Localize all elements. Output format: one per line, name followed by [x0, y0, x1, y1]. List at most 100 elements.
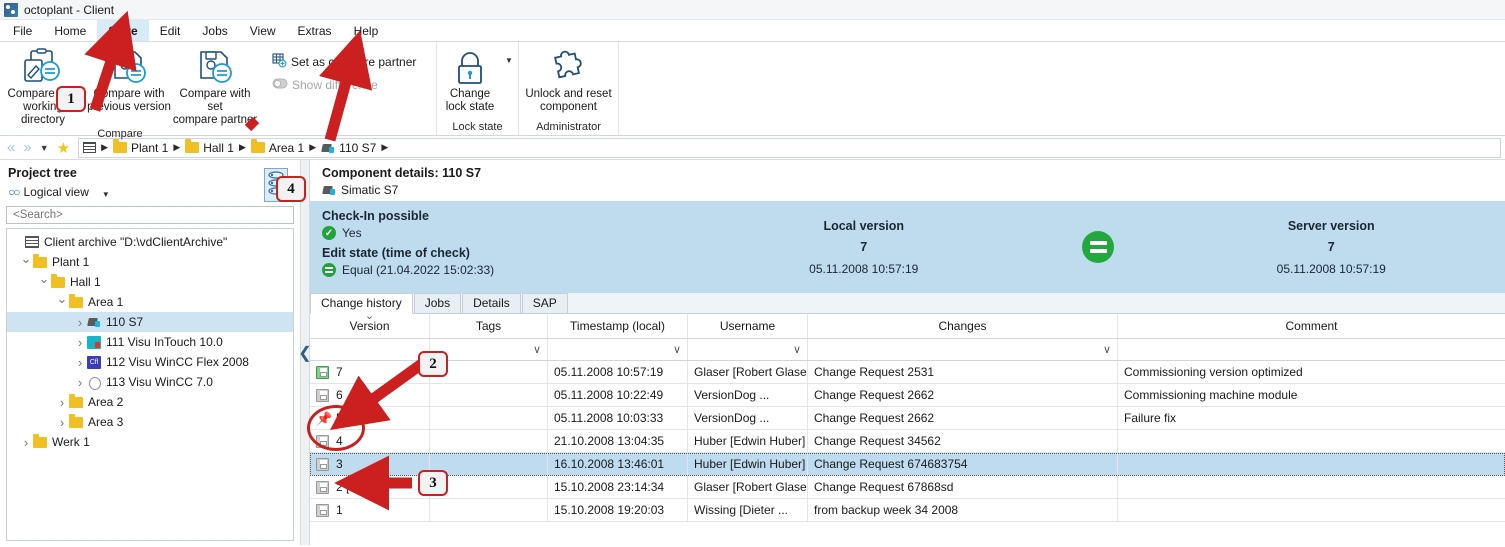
history-dropdown-icon[interactable]: ▼ [37, 143, 52, 153]
cell-timestamp[interactable]: 05.11.2008 10:57:19 [548, 361, 688, 383]
column-header-version[interactable]: ⌄ Version [310, 314, 430, 338]
table-row[interactable]: 2 [2.1] 15.10.2008 23:14:34 Glaser [Robe… [310, 476, 1505, 499]
tree-node-hall-1[interactable]: Hall 1 [7, 272, 293, 292]
cell-username[interactable]: Wissing [Dieter ... [688, 499, 808, 521]
client-archive-icon[interactable] [83, 142, 96, 153]
cell-timestamp[interactable]: 15.10.2008 23:14:34 [548, 476, 688, 498]
menu-item-home[interactable]: Home [43, 20, 97, 41]
cell-version[interactable]: 4 [310, 430, 430, 452]
tab-details[interactable]: Details [462, 293, 521, 313]
menu-item-extras[interactable]: Extras [287, 20, 343, 41]
cell-version[interactable]: 📌 5 [310, 407, 430, 429]
cell-version[interactable]: 3 [310, 453, 430, 475]
breadcrumb-sep[interactable]: ▶ [237, 142, 248, 153]
search-box[interactable] [6, 206, 294, 224]
change-history-table[interactable]: ⌄ Version Tags Timestamp (local) Usernam… [310, 314, 1505, 545]
tree-node-113-visu-wincc[interactable]: 113 Visu WinCC 7.0 [7, 372, 293, 392]
cell-changes[interactable]: Change Request 2662 [808, 407, 1118, 429]
menu-item-help[interactable]: Help [343, 20, 390, 41]
tree-twisty[interactable] [37, 274, 51, 290]
tab-sap[interactable]: SAP [522, 293, 568, 313]
change-lock-state-button[interactable]: Change lock state [437, 42, 503, 114]
chevron-down-icon[interactable]: ▼ [102, 190, 110, 199]
chevron-down-icon[interactable]: ∨ [533, 343, 541, 356]
tree-twisty[interactable] [19, 435, 33, 450]
breadcrumb-sep[interactable]: ▶ [99, 142, 110, 153]
cell-comment[interactable] [1118, 476, 1505, 498]
filter-cell-timestamp[interactable]: ∨ [548, 339, 688, 360]
pane-splitter[interactable]: ❮ [300, 160, 310, 545]
cell-comment[interactable]: Commissioning machine module [1118, 384, 1505, 406]
filter-cell-username[interactable]: ∨ [688, 339, 808, 360]
tree-twisty[interactable] [55, 395, 69, 410]
cell-changes[interactable]: from backup week 34 2008 [808, 499, 1118, 521]
cell-comment[interactable] [1118, 499, 1505, 521]
cell-username[interactable]: Huber [Edwin Huber] [688, 430, 808, 452]
tree-node-111-visu-intouch[interactable]: 111 Visu InTouch 10.0 [7, 332, 293, 352]
filter-cell-comment[interactable] [1118, 339, 1505, 360]
menu-item-jobs[interactable]: Jobs [191, 20, 238, 41]
cell-version[interactable]: 6 [310, 384, 430, 406]
breadcrumb-item-110-s7[interactable]: 110 S7 [321, 141, 376, 155]
cell-timestamp[interactable]: 16.10.2008 13:46:01 [548, 453, 688, 475]
project-tree[interactable]: Client archive "D:\vdClientArchive" Plan… [6, 228, 294, 541]
column-header-tags[interactable]: Tags [430, 314, 548, 338]
breadcrumb-sep[interactable]: ▶ [379, 142, 390, 153]
cell-changes[interactable]: Change Request 34562 [808, 430, 1118, 452]
column-header-comment[interactable]: Comment [1118, 314, 1505, 338]
cell-version[interactable]: 2 [2.1] [310, 476, 430, 498]
cell-username[interactable]: Huber [Edwin Huber] [688, 453, 808, 475]
breadcrumb-sep[interactable]: ▶ [171, 142, 182, 153]
tree-twisty[interactable] [73, 375, 87, 390]
chevron-down-icon[interactable]: ∨ [673, 343, 681, 356]
table-row[interactable]: 7 05.11.2008 10:57:19 Glaser [Robert Gla… [310, 361, 1505, 384]
cell-comment[interactable]: Commissioning version optimized [1118, 361, 1505, 383]
menu-item-state[interactable]: State [97, 20, 148, 41]
cell-timestamp[interactable]: 21.10.2008 13:04:35 [548, 430, 688, 452]
table-row[interactable]: 4 21.10.2008 13:04:35 Huber [Edwin Huber… [310, 430, 1505, 453]
breadcrumb-item-area-1[interactable]: Area 1 [251, 141, 304, 155]
tree-twisty[interactable] [55, 415, 69, 430]
cell-username[interactable]: Glaser [Robert Glaser] [688, 476, 808, 498]
cell-tags[interactable] [430, 430, 548, 452]
menu-item-edit[interactable]: Edit [149, 20, 192, 41]
cell-comment[interactable]: Failure fix [1118, 407, 1505, 429]
table-row[interactable]: 1 15.10.2008 19:20:03 Wissing [Dieter ..… [310, 499, 1505, 522]
cell-version[interactable]: 1 [310, 499, 430, 521]
column-header-timestamp[interactable]: Timestamp (local) [548, 314, 688, 338]
cell-timestamp[interactable]: 05.11.2008 10:03:33 [548, 407, 688, 429]
menu-item-file[interactable]: File [2, 20, 43, 41]
tree-node-110-s7[interactable]: 110 S7 [7, 312, 293, 332]
cell-comment[interactable] [1118, 430, 1505, 452]
cell-changes[interactable]: Change Request 2531 [808, 361, 1118, 383]
cell-timestamp[interactable]: 15.10.2008 19:20:03 [548, 499, 688, 521]
cell-tags[interactable] [430, 384, 548, 406]
breadcrumb-item-hall-1[interactable]: Hall 1 [185, 141, 234, 155]
tree-node-112-visu-wincc-flex[interactable]: Cfl 112 Visu WinCC Flex 2008 [7, 352, 293, 372]
table-row[interactable]: 6 05.11.2008 10:22:49 VersionDog ... Cha… [310, 384, 1505, 407]
breadcrumb-item-plant-1[interactable]: Plant 1 [113, 141, 168, 155]
cell-changes[interactable]: Change Request 674683754 [808, 453, 1118, 475]
tree-node-area-1[interactable]: Area 1 [7, 292, 293, 312]
cell-username[interactable]: VersionDog ... [688, 407, 808, 429]
filter-cell-version[interactable] [310, 339, 430, 360]
cell-changes[interactable]: Change Request 67868sd [808, 476, 1118, 498]
column-header-username[interactable]: Username [688, 314, 808, 338]
cell-username[interactable]: Glaser [Robert Glaser] [688, 361, 808, 383]
tree-twisty[interactable] [73, 335, 87, 350]
tree-node-plant-1[interactable]: Plant 1 [7, 252, 293, 272]
tree-twisty[interactable] [73, 355, 87, 370]
set-as-compare-partner-button[interactable]: Set as compare partner [266, 50, 422, 74]
compare-set-partner-button[interactable]: Compare with set compare partner [172, 42, 258, 127]
compare-working-directory-button[interactable]: Compare with working directory [0, 42, 86, 127]
tree-twisty[interactable] [55, 294, 69, 310]
tree-node-area-3[interactable]: Area 3 [7, 412, 293, 432]
view-mode-selector[interactable]: ○○ Logical view ▼ [8, 184, 292, 199]
compare-previous-version-button[interactable]: Compare with previous version [86, 42, 172, 114]
cell-timestamp[interactable]: 05.11.2008 10:22:49 [548, 384, 688, 406]
cell-tags[interactable] [430, 407, 548, 429]
breadcrumb[interactable]: ▶ Plant 1 ▶ Hall 1 ▶ Area 1 ▶ 110 S7 ▶ [78, 138, 1501, 158]
breadcrumb-sep[interactable]: ▶ [307, 142, 318, 153]
cell-version[interactable]: 7 [310, 361, 430, 383]
tab-change-history[interactable]: Change history [310, 293, 413, 314]
